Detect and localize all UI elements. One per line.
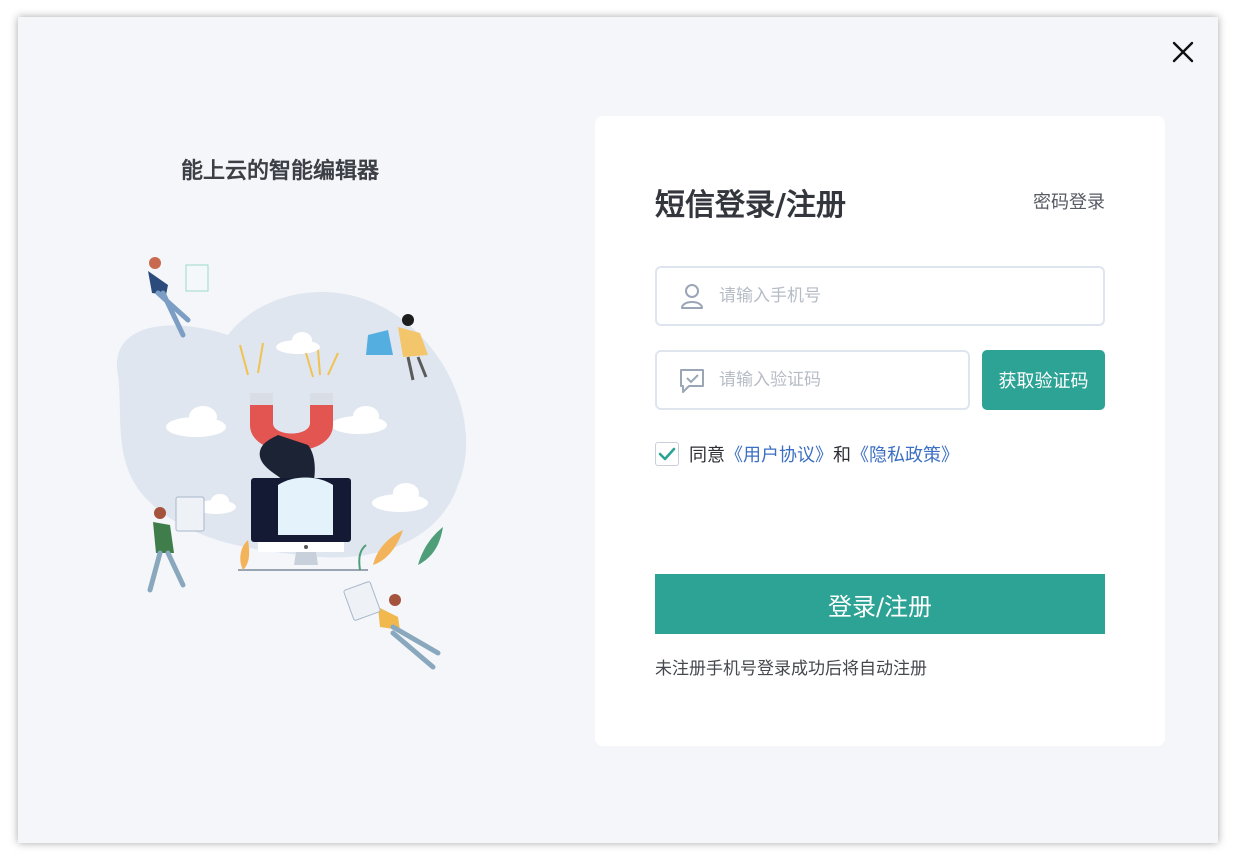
get-code-button[interactable]: 获取验证码 (982, 350, 1105, 410)
phone-input[interactable] (719, 268, 1103, 324)
phone-field (655, 266, 1105, 326)
agree-checkbox[interactable] (655, 442, 679, 466)
privacy-policy-link[interactable]: 《隐私政策》 (851, 441, 959, 467)
message-check-icon (680, 369, 704, 393)
check-icon (658, 447, 676, 461)
tagline: 能上云的智能编辑器 (180, 159, 379, 184)
auto-register-note: 未注册手机号登录成功后将自动注册 (655, 659, 927, 679)
user-agreement-link[interactable]: 《用户协议》 (725, 441, 833, 467)
agree-prefix: 同意 (689, 445, 725, 466)
close-icon (1172, 41, 1194, 63)
close-button[interactable] (1170, 39, 1196, 65)
password-login-link[interactable]: 密码登录 (1033, 188, 1105, 214)
login-dialog: 能上云的智能编辑器 短信登录/注册 密码登录 请输入手机号 请输入验证码 获取验… (18, 17, 1218, 843)
user-icon (681, 284, 703, 309)
code-input[interactable] (719, 352, 968, 408)
login-title: 短信登录/注册 (655, 188, 846, 223)
collaboration-illustration (116, 257, 467, 670)
code-field (655, 350, 970, 410)
login-card: 短信登录/注册 密码登录 获取验证码 同意 《用户协议》 (595, 116, 1165, 746)
agreement-row: 同意 《用户协议》 和 《隐私政策》 (655, 441, 959, 467)
agree-and: 和 (833, 445, 851, 466)
login-register-button[interactable]: 登录/注册 (655, 574, 1105, 634)
